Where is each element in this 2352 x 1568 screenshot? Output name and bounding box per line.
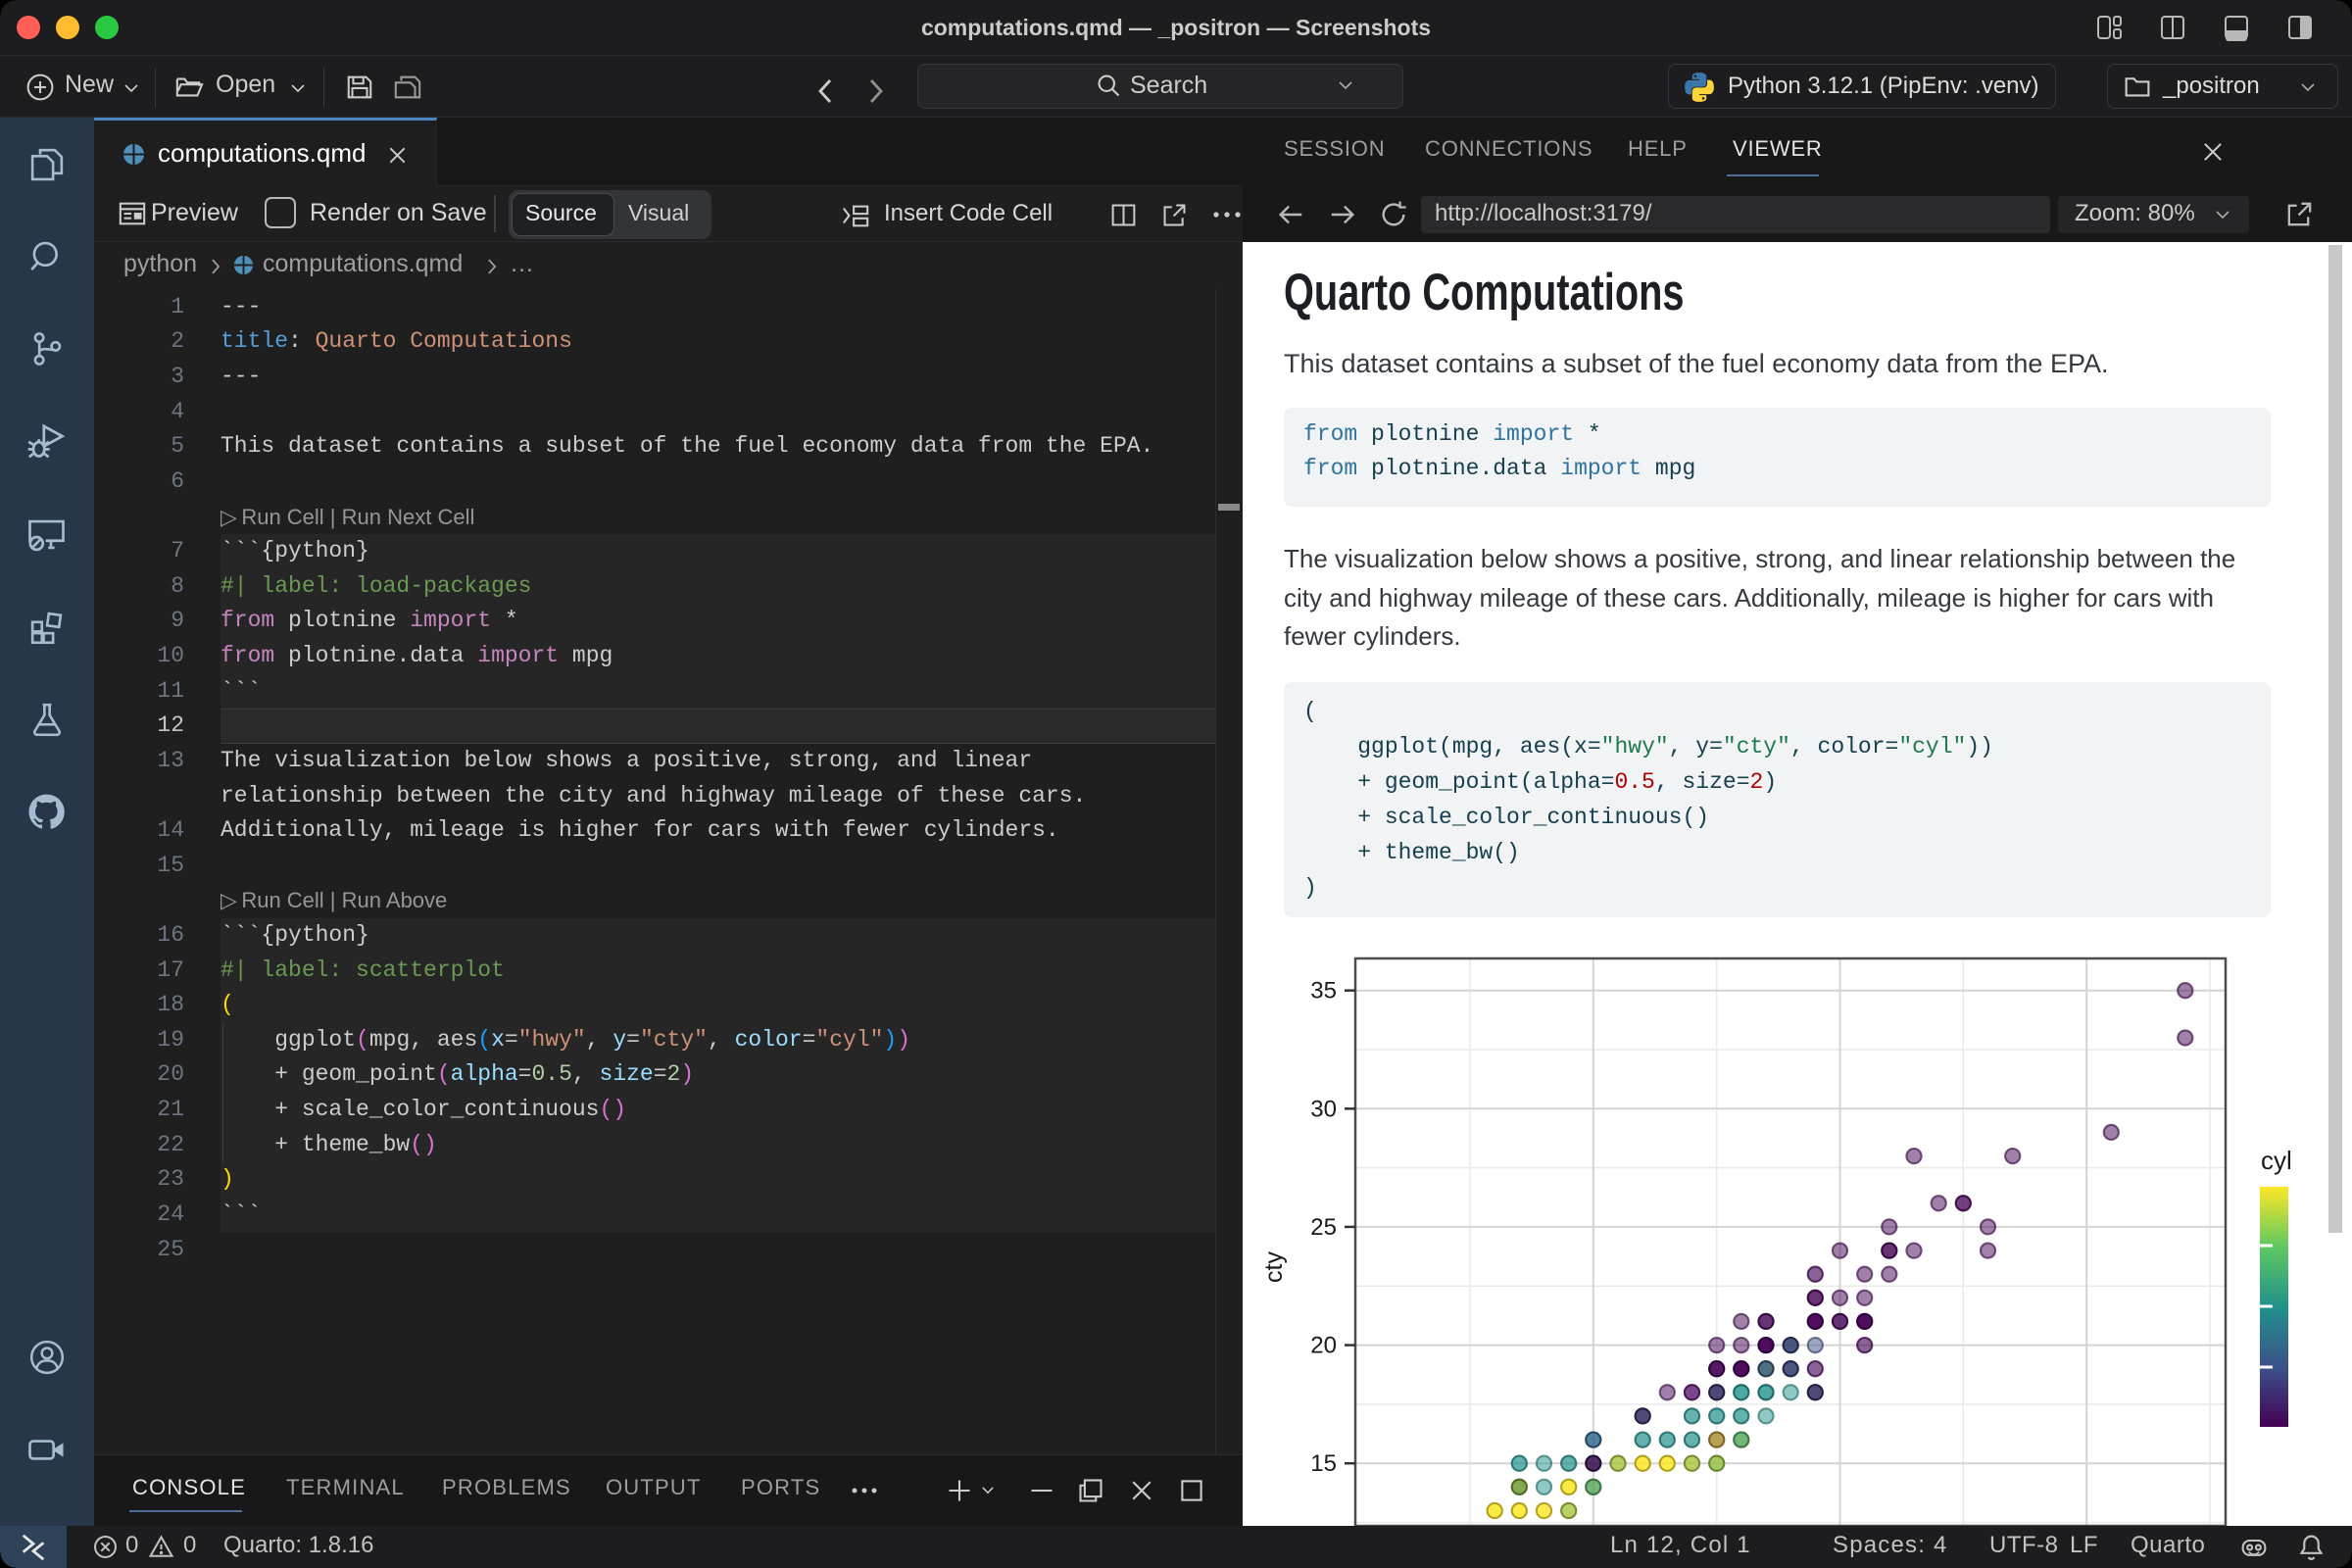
- svg-text:15: 15: [1310, 1450, 1337, 1477]
- svg-text:cyl: cyl: [2261, 1146, 2292, 1175]
- svg-text:20: 20: [1310, 1333, 1337, 1359]
- svg-text:30: 30: [1310, 1096, 1337, 1122]
- svg-text:35: 35: [1310, 978, 1337, 1004]
- svg-text:cty: cty: [1260, 1251, 1288, 1283]
- svg-text:25: 25: [1310, 1214, 1337, 1241]
